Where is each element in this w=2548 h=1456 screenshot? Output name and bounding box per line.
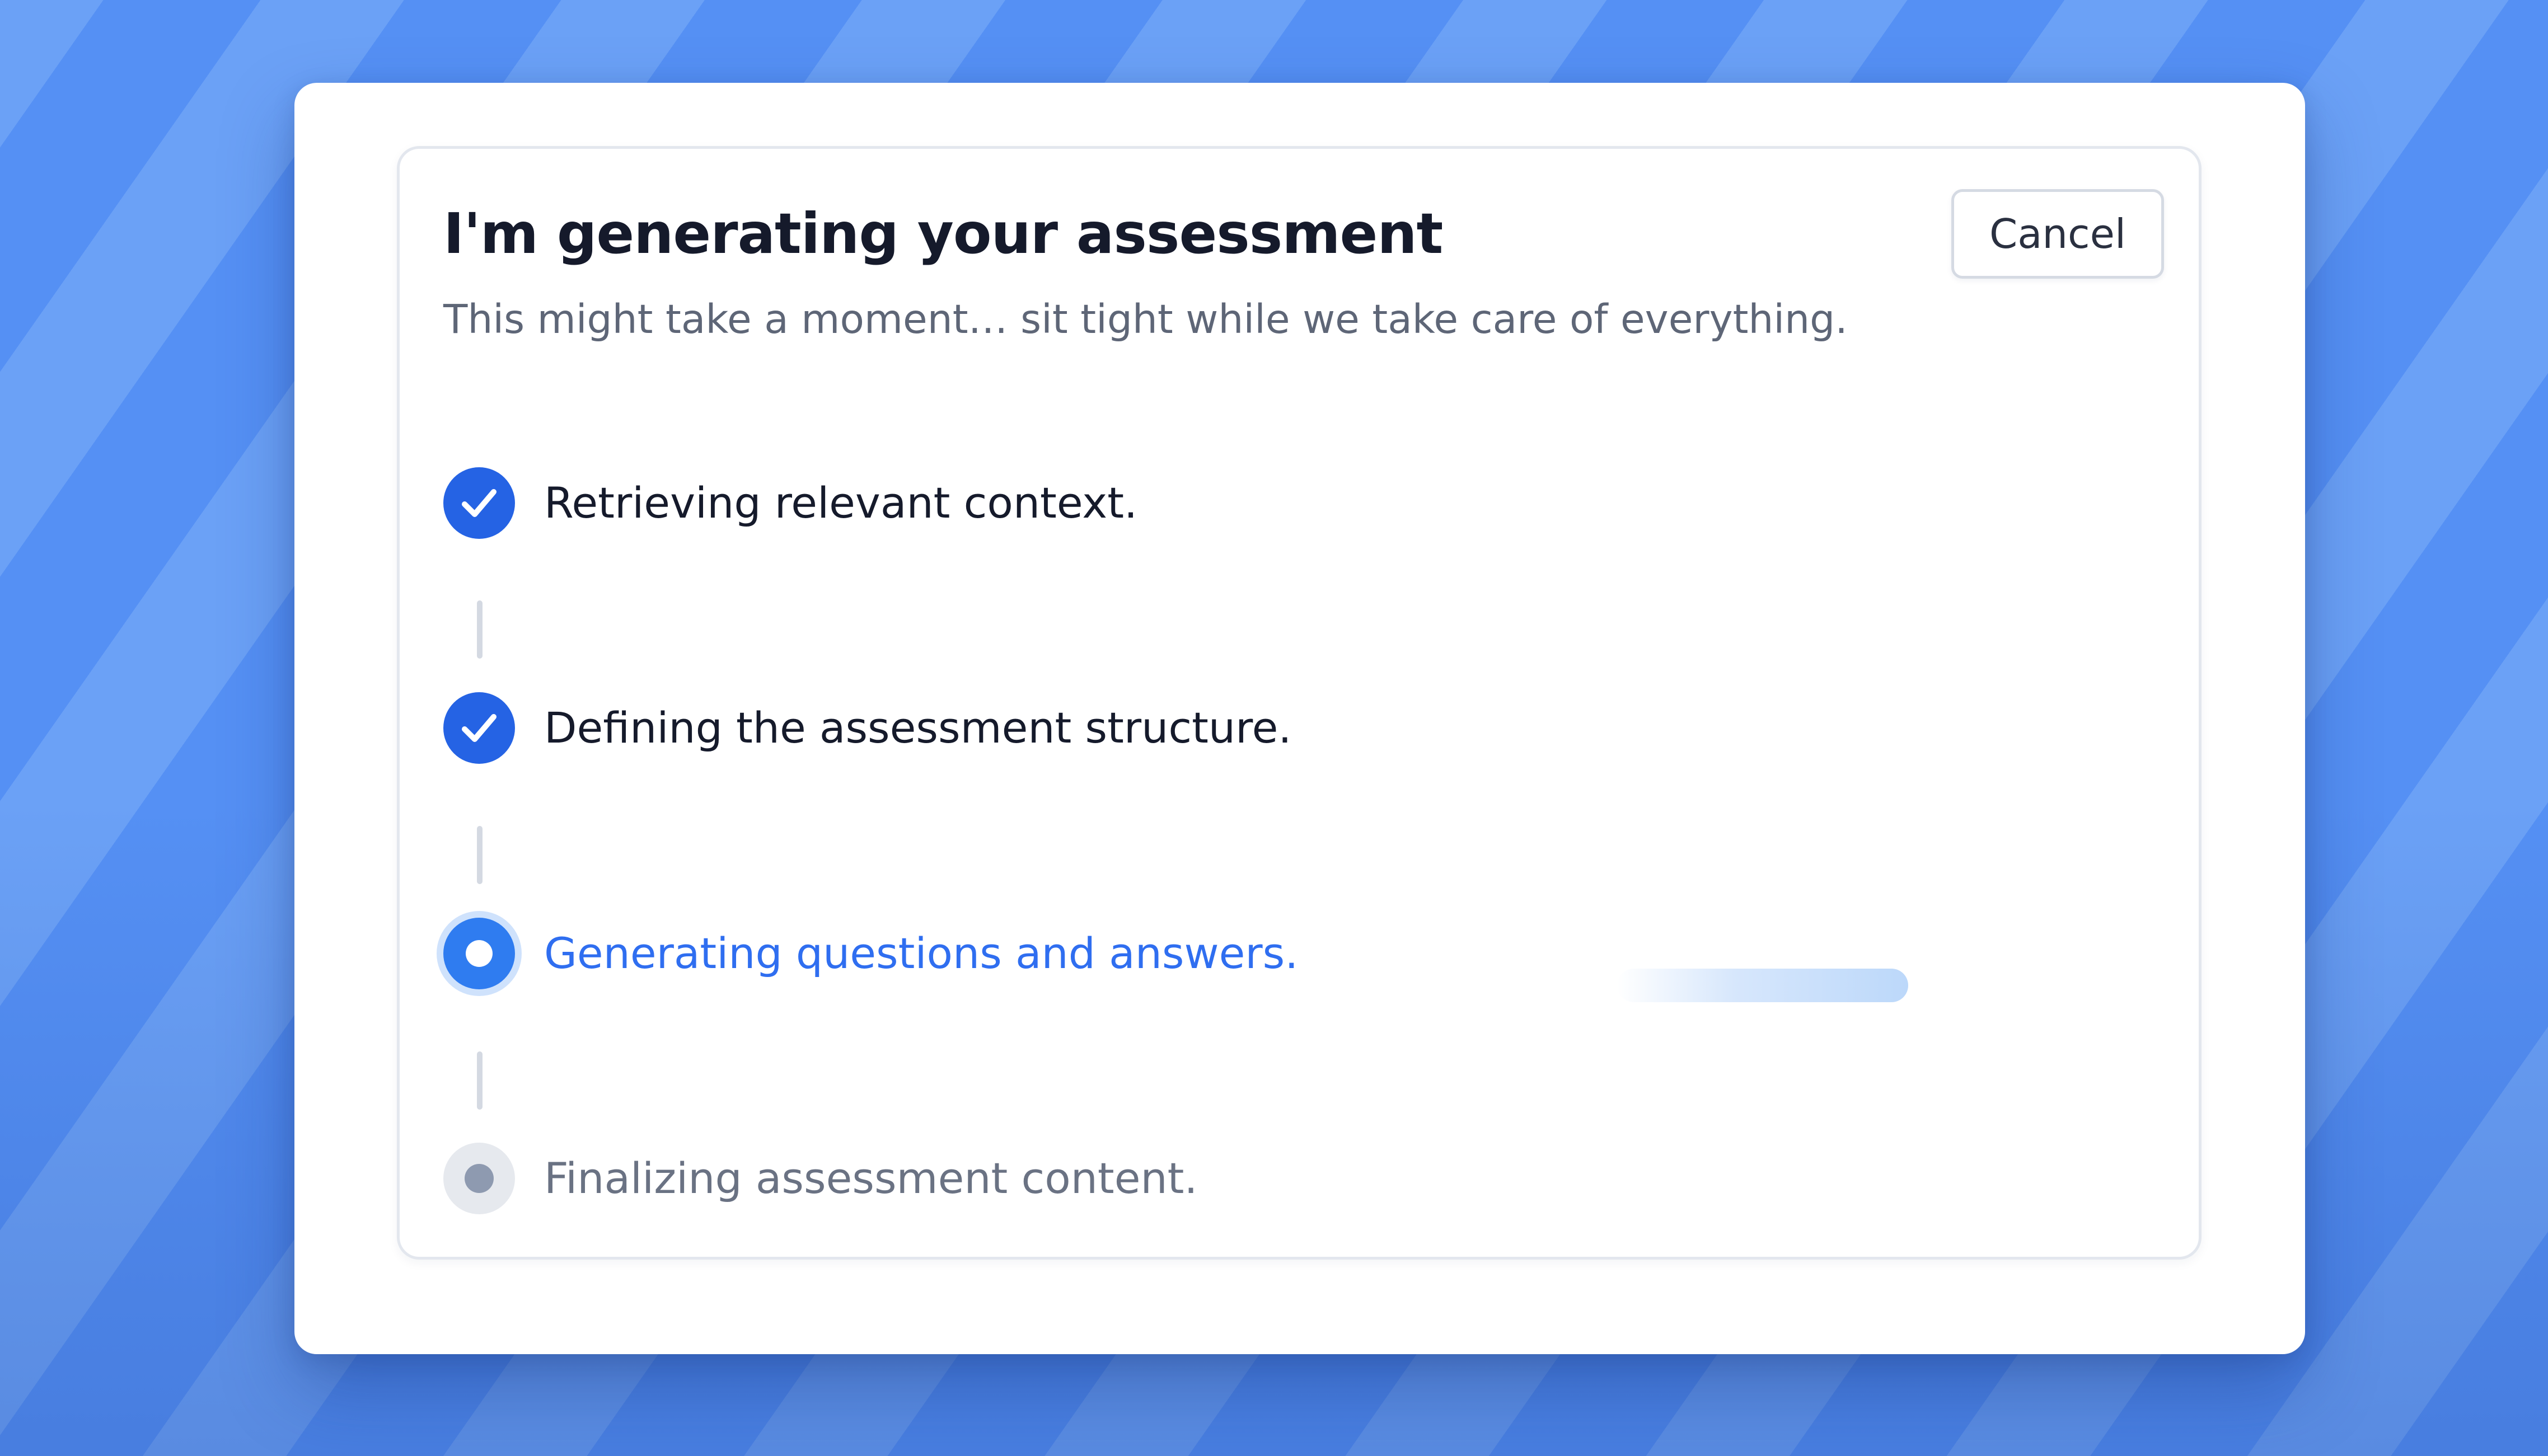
cancel-button[interactable]: Cancel	[1951, 189, 2164, 279]
check-circle-icon	[443, 467, 515, 539]
step-defining-structure: Defining the assessment structure.	[443, 692, 1292, 764]
step-label: Finalizing assessment content.	[544, 1153, 1198, 1204]
pending-dot-icon	[443, 1143, 515, 1214]
step-finalizing-content: Finalizing assessment content.	[443, 1142, 1198, 1215]
step-label: Generating questions and answers.	[544, 928, 1299, 979]
step-connector	[477, 1051, 483, 1110]
active-dot-icon	[443, 918, 515, 989]
active-dot-center	[466, 940, 493, 967]
dialog-title: I'm generating your assessment	[443, 201, 1443, 266]
step-connector	[477, 600, 483, 659]
step-generating-questions: Generating questions and answers.	[443, 917, 1298, 990]
step-label: Defining the assessment structure.	[544, 703, 1292, 753]
check-circle-icon	[443, 692, 515, 764]
step-connector	[477, 826, 483, 884]
loading-shimmer-bar	[1617, 969, 1908, 1002]
modal-dialog: I'm generating your assessment This migh…	[294, 83, 2305, 1354]
dialog-subtitle: This might take a moment… sit tight whil…	[443, 296, 1848, 342]
pending-dot-center	[465, 1164, 494, 1193]
progress-card: I'm generating your assessment This migh…	[397, 146, 2202, 1260]
step-label: Retrieving relevant context.	[544, 478, 1138, 528]
step-retrieving-context: Retrieving relevant context.	[443, 467, 1137, 539]
